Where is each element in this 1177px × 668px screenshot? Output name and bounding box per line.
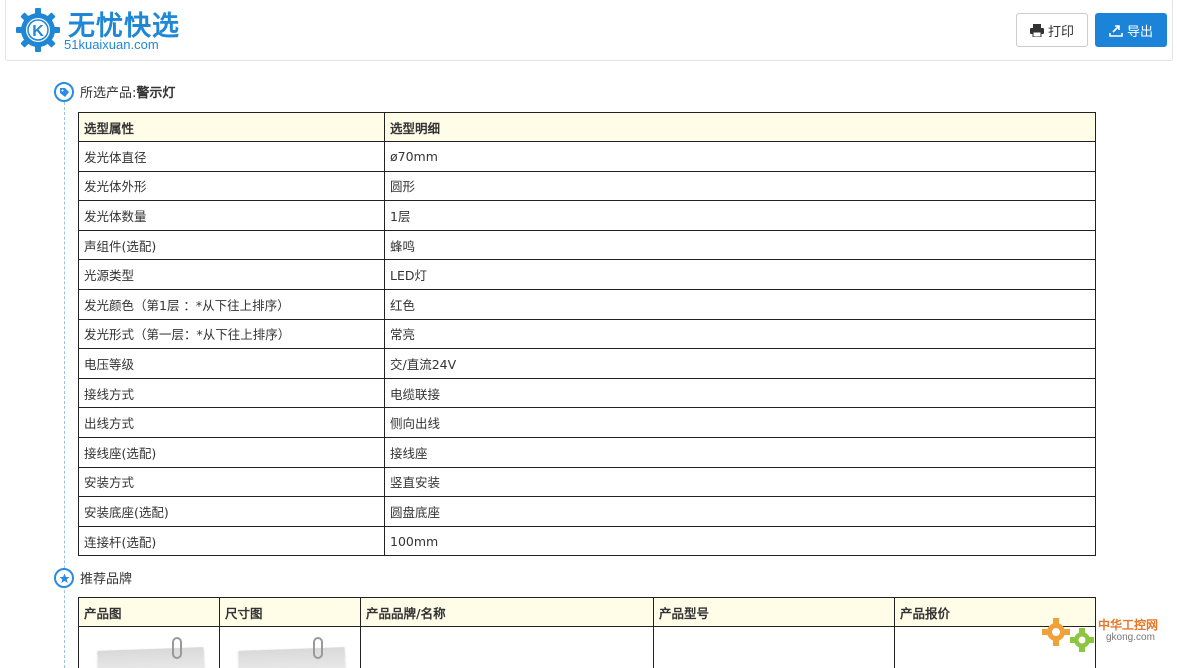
spec-attr-cell: 安装底座(选配) [78,496,385,527]
tag-icon [54,82,74,102]
watermark: 中华工控网 gkong.com [1040,610,1170,660]
export-label: 导出 [1126,24,1153,40]
product-image-cell [78,626,220,668]
selected-product-prefix: 所选产品: [80,86,137,101]
brand-header-model: 产品型号 [653,597,895,627]
table-row: 接线方式 电缆联接 [78,377,1096,409]
brand-header-image: 产品图 [78,597,220,627]
watermark-text: 中华工控网 [1098,618,1159,632]
model-cell [653,626,895,668]
spec-detail-cell: 1层 [384,200,1096,231]
spec-detail-cell: LED灯 [384,259,1096,290]
export-icon [1109,24,1123,37]
logo-gear-icon: K [16,8,60,52]
watermark-gear-icon [1042,618,1094,652]
spec-body: 发光体直径 ø70mm 发光体外形 圆形 发光体数量 1层 声组件(选配) 蜂鸣 光源类型 LED… [78,141,1096,557]
spec-detail-cell: 圆盘底座 [384,496,1096,527]
selected-product-title: 所选产品:警示灯 [80,82,175,101]
table-row: 光源类型 LED灯 [78,259,1096,290]
spec-detail-cell: 交/直流24V [384,348,1096,379]
spec-attr-cell: 声组件(选配) [78,229,385,261]
spec-header-row: 选型属性 选型明细 [78,112,1096,142]
table-row: 安装方式 竖直安装 [78,466,1096,498]
table-row: 发光形式（第一层：*从下往上排序） 常亮 [78,318,1096,350]
brand-header-row: 产品图 尺寸图 产品品牌/名称 产品型号 产品报价 [78,597,1096,627]
table-row: 发光体直径 ø70mm [78,141,1096,172]
spec-table: 选型属性 选型明细 发光体直径 ø70mm 发光体外形 圆形 发光体数量 1层 声组件(选配… [78,112,1096,557]
spec-detail-cell: 电缆联接 [384,377,1096,409]
spec-attr-cell: 发光体数量 [78,200,385,231]
table-row: 声组件(选配) 蜂鸣 [78,229,1096,261]
table-row: 发光体数量 1层 [78,200,1096,231]
spec-attr-cell: 出线方式 [78,407,385,438]
table-row: 安装底座(选配) 圆盘底座 [78,496,1096,527]
brand-name-cell [360,626,654,668]
selected-product-name: 警示灯 [136,86,176,101]
svg-text:K: K [32,23,44,40]
paper-image [238,647,346,668]
print-button[interactable]: 打印 [1016,13,1088,47]
table-row: 出线方式 侧向出线 [78,407,1096,438]
paper-image [97,647,205,668]
spec-detail-cell: 100mm [384,525,1096,557]
spec-detail-cell: 圆形 [384,170,1096,202]
brand-table: 产品图 尺寸图 产品品牌/名称 产品型号 产品报价 [78,597,1096,668]
spec-attr-cell: 光源类型 [78,259,385,290]
spec-attr-cell: 接线座(选配) [78,436,385,468]
spec-attr-cell: 电压等级 [78,348,385,379]
dimension-image-placeholder[interactable] [235,637,346,668]
spec-attr-cell: 发光形式（第一层：*从下往上排序） [78,318,385,350]
spec-attr-cell: 接线方式 [78,377,385,409]
spec-detail-cell: 侧向出线 [384,407,1096,438]
spec-header-attr: 选型属性 [78,112,385,142]
spec-detail-cell: 红色 [384,288,1096,320]
table-row: 发光颜色（第1层 ：*从下往上排序） 红色 [78,288,1096,320]
brand-header-dimension: 尺寸图 [219,597,361,627]
spec-detail-cell: 常亮 [384,318,1096,350]
spec-detail-cell: 接线座 [384,436,1096,468]
export-button[interactable]: 导出 [1095,13,1167,47]
table-row: 电压等级 交/直流24V [78,348,1096,379]
spec-attr-cell: 发光体外形 [78,170,385,202]
brand-domain: 51kuaixuan.com [64,37,159,52]
print-label: 打印 [1047,24,1074,40]
spec-header-detail: 选型明细 [384,112,1096,142]
top-header: K 无忧快选 51kuaixuan.com 打印 导出 [5,0,1173,61]
spec-attr-cell: 发光颜色（第1层 ：*从下往上排序） [78,288,385,320]
star-icon [54,568,74,588]
paperclip-icon [172,637,182,659]
spec-detail-cell: 竖直安装 [384,466,1096,498]
product-image-placeholder[interactable] [94,637,205,668]
recommended-brands-title: 推荐品牌 [80,572,133,587]
table-row: 接线座(选配) 接线座 [78,436,1096,468]
dimension-image-cell [219,626,361,668]
paperclip-icon [313,637,323,659]
table-row: 发光体外形 圆形 [78,170,1096,202]
spec-attr-cell: 发光体直径 [78,141,385,172]
spec-attr-cell: 安装方式 [78,466,385,498]
spec-attr-cell: 连接杆(选配) [78,525,385,557]
spec-detail-cell: 蜂鸣 [384,229,1096,261]
table-row [78,626,1096,668]
brand-header-name: 产品品牌/名称 [360,597,654,627]
table-row: 连接杆(选配) 100mm [78,525,1096,557]
watermark-domain: gkong.com [1106,632,1155,643]
spec-detail-cell: ø70mm [384,141,1096,172]
printer-icon [1029,23,1044,37]
